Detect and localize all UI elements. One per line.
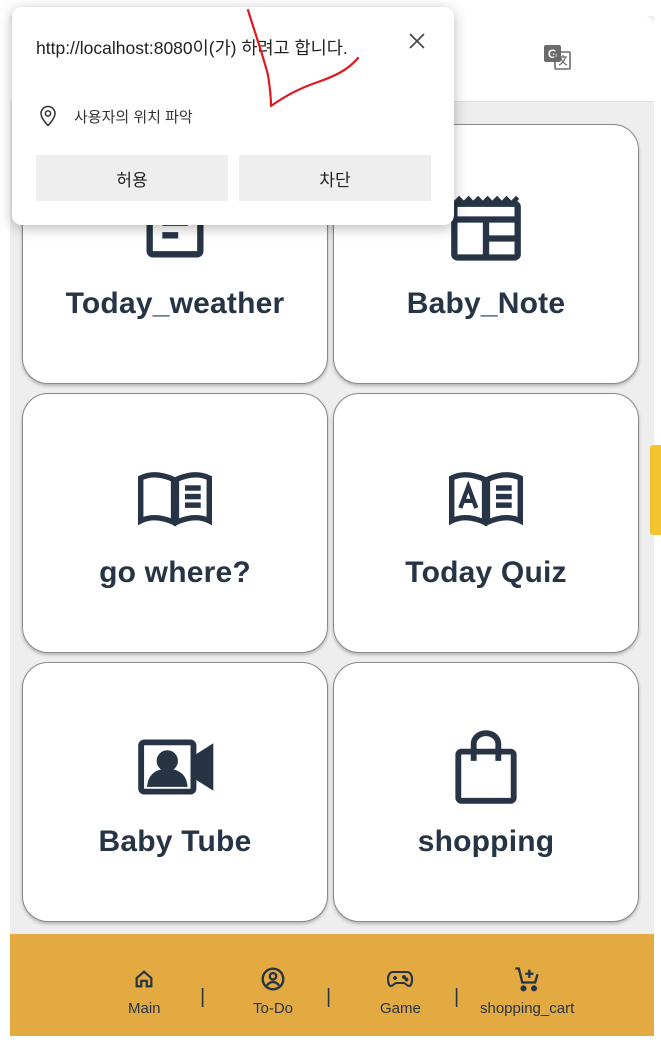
shopping-bag-icon (446, 727, 526, 807)
card-label: Today Quiz (405, 556, 567, 589)
open-book-icon (135, 458, 215, 538)
translate-icon: G (544, 45, 571, 70)
quiz-book-icon (446, 458, 526, 538)
nav-item-game[interactable]: Game (380, 964, 421, 1017)
nav-separator: | (326, 986, 332, 1008)
calendar-layout-icon (446, 189, 526, 269)
nav-item-shopping-cart[interactable]: shopping_cart (480, 964, 574, 1017)
cart-add-icon (513, 964, 541, 994)
nav-label: Game (380, 1000, 421, 1017)
card-shopping[interactable]: shopping (333, 662, 639, 922)
card-label: Baby_Note (406, 287, 566, 320)
nav-separator: | (454, 986, 460, 1008)
translate-button[interactable]: G (540, 40, 574, 74)
permission-row: 사용자의 위치 파악 (38, 105, 193, 127)
permission-text: 사용자의 위치 파악 (74, 108, 193, 126)
nav-separator: | (200, 986, 206, 1008)
permission-popup: http://localhost:8080이(가) 하려고 합니다. 사용자의 … (12, 7, 454, 225)
close-icon (409, 33, 425, 49)
close-button[interactable] (405, 29, 429, 53)
card-label: shopping (417, 825, 555, 858)
card-today-quiz[interactable]: Today Quiz (333, 393, 639, 653)
allow-button[interactable]: 허용 (36, 155, 228, 201)
location-pin-icon (38, 105, 60, 127)
nav-label: Main (128, 1000, 161, 1017)
card-label: Baby Tube (98, 825, 252, 858)
video-contact-icon (135, 727, 215, 807)
nav-label: shopping_cart (480, 1000, 575, 1017)
card-label: go where? (99, 556, 251, 589)
card-go-where[interactable]: go where? (22, 393, 328, 653)
bottom-navigation: Main | To-Do | Game | shopping_cart (10, 934, 654, 1036)
block-button[interactable]: 차단 (239, 155, 431, 201)
nav-item-todo[interactable]: To-Do (253, 964, 293, 1017)
scrollbar-thumb[interactable] (650, 445, 661, 535)
popup-title: http://localhost:8080이(가) 하려고 합니다. (36, 38, 348, 58)
card-baby-tube[interactable]: Baby Tube (22, 662, 328, 922)
nav-label: To-Do (253, 1000, 294, 1017)
gamepad-icon (386, 964, 414, 994)
home-icon (133, 964, 155, 994)
card-label: Today_weather (65, 287, 285, 320)
nav-item-main[interactable]: Main (128, 964, 161, 1017)
account-circle-icon (260, 964, 286, 994)
